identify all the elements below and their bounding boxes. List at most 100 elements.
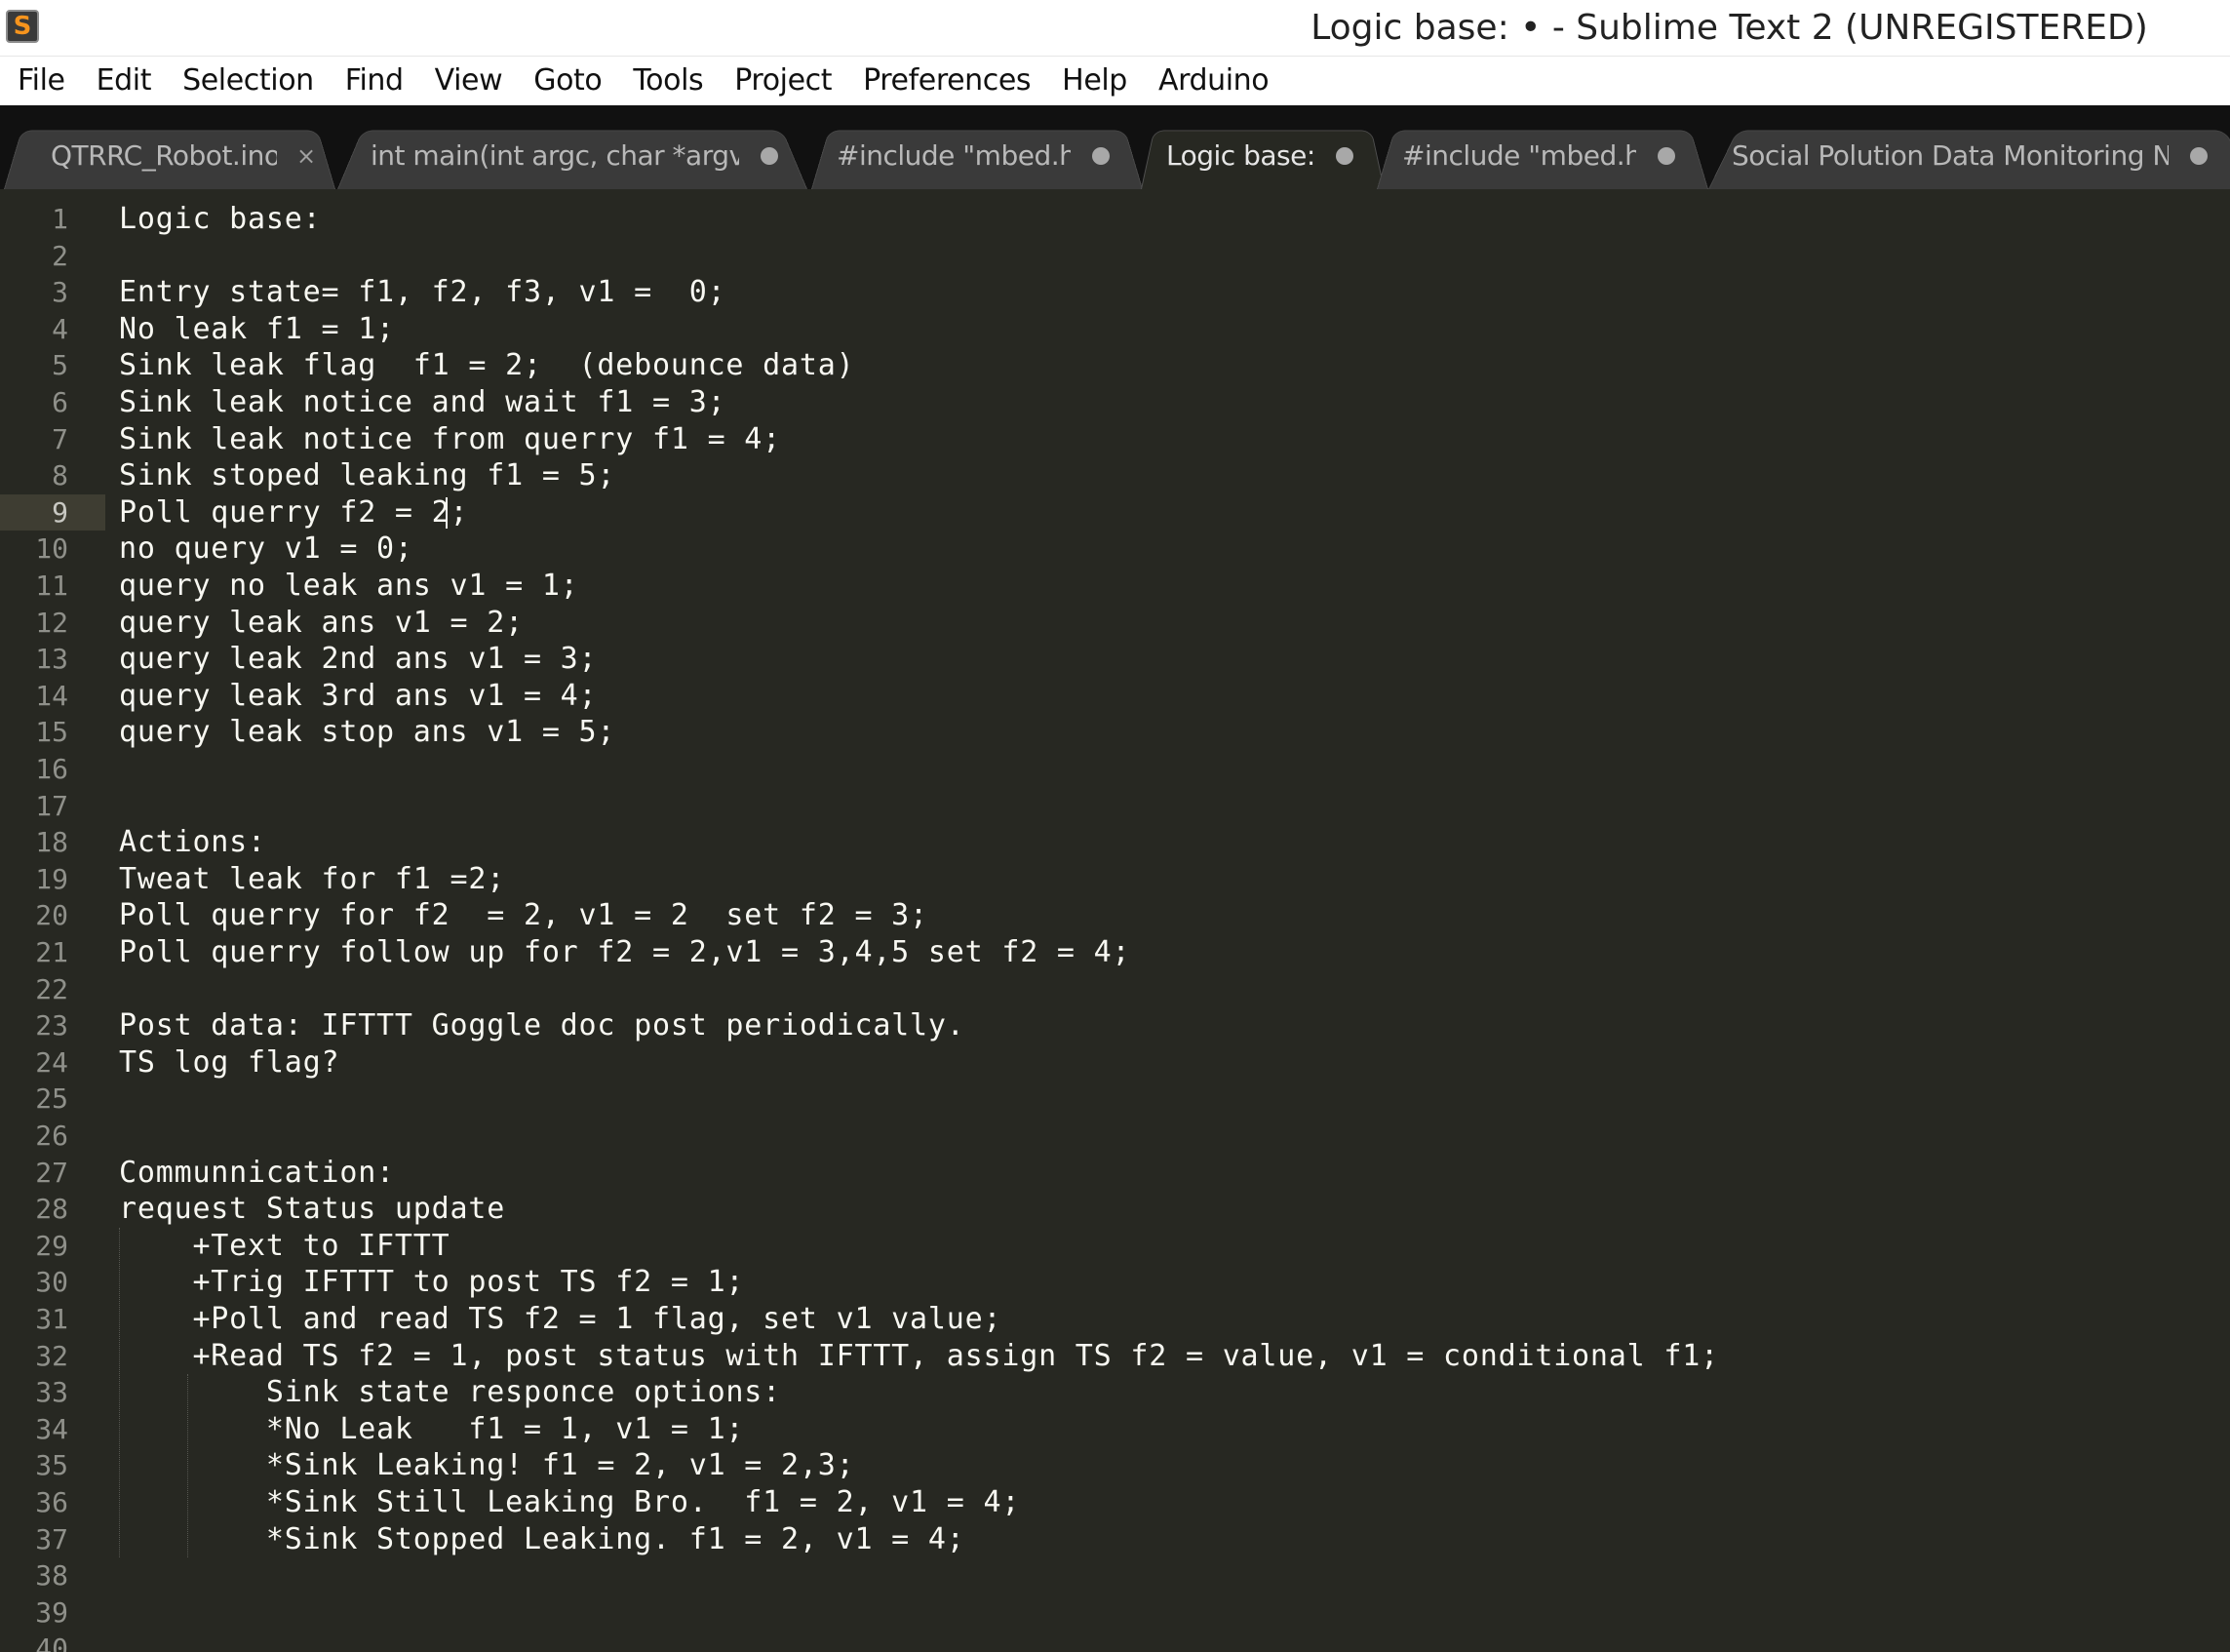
close-icon[interactable]: × <box>294 144 318 168</box>
sublime-app-icon[interactable]: S <box>6 10 39 43</box>
code-line[interactable]: Logic base: <box>119 201 321 238</box>
code-line[interactable]: Sink state responce options: <box>119 1374 781 1411</box>
tab-content[interactable]: #include "mbed.h" <box>837 123 1110 189</box>
code-line[interactable]: *Sink Stopped Leaking. f1 = 2, v1 = 4; <box>119 1521 965 1558</box>
code-line[interactable]: Poll querry follow up for f2 = 2,v1 = 3,… <box>119 934 1130 971</box>
tab-label: #include "mbed.h" <box>1402 139 1636 172</box>
line-number: 6 <box>52 386 68 418</box>
code-line[interactable]: query leak 3rd ans v1 = 4; <box>119 678 597 715</box>
code-line[interactable]: *No Leak f1 = 1, v1 = 1; <box>119 1411 744 1448</box>
line-number: 13 <box>35 643 68 676</box>
menu-selection[interactable]: Selection <box>167 61 330 100</box>
line-number: 11 <box>35 570 68 602</box>
unsaved-dot-icon[interactable] <box>761 147 778 165</box>
code-line[interactable]: Entry state= f1, f2, f3, v1 = 0; <box>119 274 725 311</box>
code-line[interactable]: request Status update <box>119 1191 505 1228</box>
text-caret <box>446 496 449 529</box>
line-number: 24 <box>35 1045 68 1079</box>
line-number: 16 <box>35 753 68 785</box>
line-number: 8 <box>52 459 68 492</box>
tab-content[interactable]: #include "mbed.h" <box>1402 123 1675 189</box>
code-line[interactable]: Sink leak flag f1 = 2; (debounce data) <box>119 347 854 384</box>
code-line[interactable]: +Poll and read TS f2 = 1 flag, set v1 va… <box>119 1301 1001 1338</box>
editor-pane[interactable]: 1 2 3 4 5 6 7 8 9 10 11 12 13 14 15 16 17 18 19 20 21 22 23 24 2… <box>0 189 2230 1652</box>
code-line[interactable]: Actions: <box>119 824 266 861</box>
line-number: 39 <box>35 1595 68 1629</box>
code-line[interactable]: *Sink Still Leaking Bro. f1 = 2, v1 = 4; <box>119 1484 1020 1521</box>
line-number: 12 <box>35 606 68 639</box>
line-number: 30 <box>35 1266 68 1299</box>
unsaved-dot-icon[interactable] <box>1092 147 1110 165</box>
unsaved-dot-icon[interactable] <box>1658 147 1675 165</box>
line-number: 4 <box>52 312 68 345</box>
menu-preferences[interactable]: Preferences <box>847 61 1046 100</box>
line-number: 10 <box>35 532 68 566</box>
tab-content[interactable]: Logic base: <box>1166 123 1353 189</box>
code-line[interactable]: Sink leak notice from querry f1 = 4; <box>119 421 781 458</box>
line-number: 2 <box>52 239 68 272</box>
tab-label: QTRRC_Robot.ino <box>51 139 277 172</box>
line-number: 31 <box>35 1303 68 1335</box>
menu-find[interactable]: Find <box>330 61 419 100</box>
line-number: 26 <box>35 1120 68 1152</box>
line-number: 40 <box>35 1632 68 1652</box>
indent-guide <box>119 1227 120 1558</box>
code-line[interactable]: query leak ans v1 = 2; <box>119 605 524 642</box>
unsaved-dot-icon[interactable] <box>2190 147 2208 165</box>
menu-help[interactable]: Help <box>1046 61 1143 100</box>
code-line[interactable]: Sink leak notice and wait f1 = 3; <box>119 384 725 421</box>
code-line[interactable]: Tweat leak for f1 =2; <box>119 861 505 898</box>
line-number: 38 <box>35 1559 68 1593</box>
line-number: 34 <box>35 1412 68 1445</box>
code-line[interactable]: Poll querry for f2 = 2, v1 = 2 set f2 = … <box>119 897 928 934</box>
line-number: 20 <box>35 899 68 932</box>
menu-edit[interactable]: Edit <box>81 61 168 100</box>
line-number: 29 <box>35 1229 68 1262</box>
line-number: 14 <box>35 679 68 712</box>
code-line[interactable]: +Text to IFTTT <box>119 1228 450 1265</box>
menu-project[interactable]: Project <box>719 61 847 100</box>
tab-label: #include "mbed.h" <box>837 139 1071 172</box>
line-number: 21 <box>35 936 68 968</box>
code-line[interactable]: +Trig IFTTT to post TS f2 = 1; <box>119 1264 744 1301</box>
line-number: 23 <box>35 1009 68 1042</box>
tab-label: Social Polution Data Monitoring N <box>1732 139 2169 172</box>
line-number: 9 <box>0 493 105 531</box>
window-title: Logic base: • - Sublime Text 2 (UNREGIST… <box>1311 8 2148 48</box>
line-number: 18 <box>35 826 68 859</box>
code-line[interactable]: *Sink Leaking! f1 = 2, v1 = 2,3; <box>119 1447 854 1484</box>
tab-strip: QTRRC_Robot.ino × int main(int argc, char … <box>0 105 2230 189</box>
indent-guide <box>187 1374 189 1558</box>
code-line[interactable]: Communnication: <box>119 1155 395 1192</box>
menu-goto[interactable]: Goto <box>518 61 617 100</box>
line-number: 17 <box>35 789 68 822</box>
code-line[interactable]: query no leak ans v1 = 1; <box>119 568 579 605</box>
code-line[interactable]: +Read TS f2 = 1, post status with IFTTT,… <box>119 1338 1719 1375</box>
tab-content[interactable]: QTRRC_Robot.ino × <box>51 123 318 189</box>
tab-content[interactable]: Social Polution Data Monitoring N <box>1732 123 2208 189</box>
line-number: 37 <box>35 1522 68 1555</box>
line-number: 25 <box>35 1082 68 1116</box>
line-number: 3 <box>52 276 68 309</box>
menu-view[interactable]: View <box>419 61 519 100</box>
tab-content[interactable]: int main(int argc, char *argv[]) <box>371 123 778 189</box>
code-line[interactable]: TS log flag? <box>119 1044 339 1082</box>
line-number: 32 <box>35 1339 68 1372</box>
code-line[interactable]: Post data: IFTTT Goggle doc post periodi… <box>119 1007 965 1044</box>
line-number: 33 <box>35 1376 68 1409</box>
menu-file[interactable]: File <box>2 61 81 100</box>
tab-label: Logic base: <box>1166 139 1314 172</box>
code-line[interactable]: no query v1 = 0; <box>119 531 413 568</box>
line-number-gutter: 1 2 3 4 5 6 7 8 9 10 11 12 13 14 15 16 17 18 19 20 21 22 23 24 2… <box>0 189 105 1652</box>
code-line[interactable]: query leak 2nd ans v1 = 3; <box>119 641 597 678</box>
code-line[interactable]: No leak f1 = 1; <box>119 311 395 348</box>
unsaved-dot-icon[interactable] <box>1336 147 1353 165</box>
tab-label: int main(int argc, char *argv[]) <box>371 139 739 172</box>
menu-arduino[interactable]: Arduino <box>1143 61 1284 100</box>
menu-tools[interactable]: Tools <box>617 61 719 100</box>
code-line[interactable]: Poll querry f2 = 2; <box>119 494 468 531</box>
code-line[interactable]: Sink stoped leaking f1 = 5; <box>119 457 615 494</box>
line-number: 28 <box>35 1193 68 1226</box>
code-line[interactable]: query leak stop ans v1 = 5; <box>119 714 615 751</box>
line-number: 5 <box>52 349 68 382</box>
